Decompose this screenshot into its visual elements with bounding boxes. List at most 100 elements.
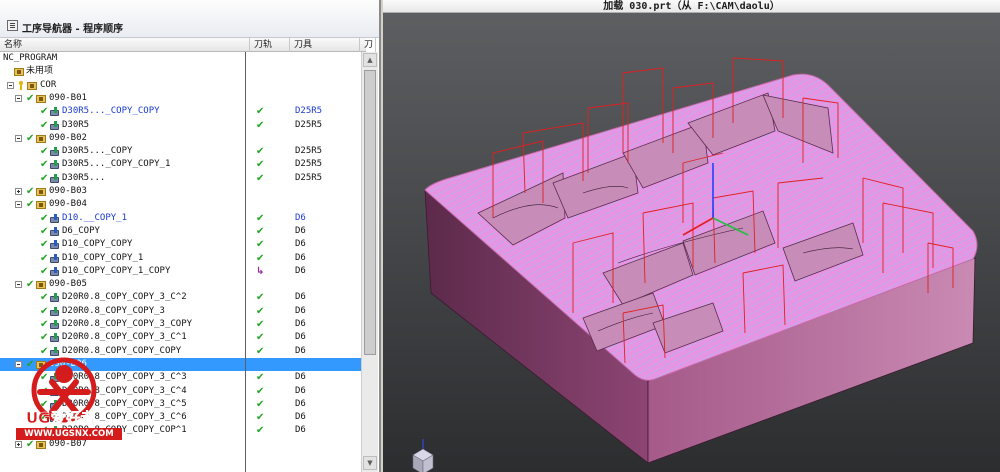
- operation-row[interactable]: ✔ D20R0.8_COPY_COPY_3 ✔ D6: [0, 305, 361, 318]
- row-tool: D6: [295, 239, 306, 250]
- program-group-row[interactable]: COR: [0, 79, 361, 92]
- row-tool: D6: [295, 319, 306, 329]
- operation-row[interactable]: ✔ D30R5 ✔ D25R5: [0, 119, 361, 132]
- collapse-icon[interactable]: [7, 81, 14, 89]
- operation-row[interactable]: ✔ D10_COPY_COPY ✔ D6: [0, 238, 361, 251]
- status-check-icon: ✔: [40, 146, 49, 158]
- status-check-icon: ✔: [40, 159, 49, 171]
- toolpath-ok-icon: ✔: [256, 412, 265, 424]
- tree-row[interactable]: NC_PROGRAM: [0, 52, 361, 65]
- row-name: 090-B02: [49, 132, 87, 143]
- column-header-toolpath[interactable]: 刀轨: [250, 38, 290, 52]
- program-folder-icon: [36, 134, 46, 143]
- operation-icon: [50, 253, 61, 264]
- status-check-icon: ✔: [40, 212, 49, 224]
- program-group-row[interactable]: ✔ 090-B04: [0, 198, 361, 211]
- operation-icon: [50, 320, 61, 330]
- column-header-extra[interactable]: 刀: [360, 38, 376, 52]
- row-tool: D25R5: [295, 106, 323, 117]
- toolpath-ok-icon: ✔: [256, 425, 265, 437]
- operation-row[interactable]: ✔ D20R0.8_COPY_COPY_3_COPY ✔ D6: [0, 318, 361, 331]
- operation-row[interactable]: ✔ D30R5... ✔ D25R5: [0, 172, 361, 185]
- status-check-icon: ✔: [40, 305, 49, 317]
- operation-row[interactable]: ✔ D30R5..._COPY_COPY ✔ D25R5: [0, 105, 361, 118]
- row-name: D10_COPY_COPY: [62, 239, 133, 250]
- operation-icon: [50, 266, 61, 277]
- row-tool: D6: [295, 225, 306, 236]
- row-name: D10_COPY_COPY_1_COPY: [62, 265, 171, 276]
- operation-icon: [50, 120, 61, 131]
- row-tool: D6: [295, 385, 306, 396]
- operation-row[interactable]: ✔ D20R0.8_COPY_COPY_3_C^1 ✔ D6: [0, 331, 361, 344]
- watermark-logo: UG爱好者 WWW.UGSNX.COM: [6, 352, 126, 470]
- row-tool: D6: [295, 372, 306, 383]
- toolpath-ok-icon: ✔: [256, 385, 265, 397]
- operation-row[interactable]: ✔ D20R0.8_COPY_COPY_3_C^2 ✔ D6: [0, 291, 361, 304]
- collapse-icon[interactable]: [15, 134, 22, 142]
- operation-row[interactable]: ✔ D10.__COPY_1 ✔ D6: [0, 212, 361, 225]
- program-group-row[interactable]: ✔ 090-B05: [0, 278, 361, 291]
- row-tool: D6: [295, 412, 306, 423]
- tree-row[interactable]: 未用项: [0, 65, 361, 78]
- program-folder-icon: [36, 281, 46, 290]
- column-separator[interactable]: [245, 52, 246, 472]
- column-header-name[interactable]: 名称: [0, 38, 250, 52]
- view-triad-icon: [412, 439, 434, 472]
- operation-row[interactable]: ✔ D30R5..._COPY ✔ D25R5: [0, 145, 361, 158]
- row-name: NC_PROGRAM: [3, 53, 58, 63]
- operation-row[interactable]: ✔ D10_COPY_COPY_1 ✔ D6: [0, 252, 361, 265]
- column-header-tool[interactable]: 刀具: [290, 38, 360, 52]
- tree-scrollbar[interactable]: ▲ ▼: [361, 52, 378, 472]
- program-folder-icon: [36, 201, 46, 210]
- row-name: 090-B05: [49, 279, 87, 290]
- part-model-view[interactable]: [383, 13, 1000, 472]
- row-name: D20R0.8_COPY_COPY_3_COPY: [62, 319, 193, 329]
- collapse-icon[interactable]: [15, 281, 22, 289]
- status-check-icon: ✔: [40, 292, 49, 304]
- program-group-row[interactable]: ✔ 090-B02: [0, 132, 361, 145]
- graphics-window[interactable]: 加载 030.prt（从 F:\CAM\daolu）: [383, 0, 1000, 472]
- expand-icon[interactable]: [15, 188, 22, 195]
- operation-row[interactable]: ✔ D30R5..._COPY_COPY_1 ✔ D25R5: [0, 158, 361, 171]
- row-tool: D25R5: [295, 159, 323, 170]
- row-name: D20R0.8_COPY_COPY_3_C^1: [62, 332, 187, 343]
- status-check-icon: ✔: [40, 252, 49, 264]
- program-group-row[interactable]: ✔ 090-B01: [0, 92, 361, 105]
- status-check-icon: ✔: [40, 172, 49, 184]
- row-tool: D6: [295, 212, 306, 223]
- operation-icon: [50, 107, 61, 117]
- status-check-icon: ✔: [26, 279, 35, 291]
- row-tool: D25R5: [295, 172, 323, 183]
- status-check-icon: ✔: [40, 106, 49, 118]
- row-tool: D6: [295, 265, 306, 276]
- watermark-url: WWW.UGSNX.COM: [16, 428, 122, 440]
- row-tool: D6: [295, 332, 306, 343]
- collapse-icon[interactable]: [15, 201, 22, 209]
- status-check-icon: ✔: [40, 119, 49, 131]
- unused-folder-icon: [14, 68, 24, 77]
- operation-row[interactable]: ✔ D10_COPY_COPY_1_COPY ↳ D6: [0, 265, 361, 278]
- operation-icon: [50, 160, 61, 170]
- navigator-title-bar: 工序导航器 - 程序顺序: [0, 0, 379, 38]
- operation-icon: [50, 147, 61, 157]
- row-name: D20R0.8_COPY_COPY_3: [62, 305, 165, 316]
- operation-row[interactable]: ✔ D6_COPY ✔ D6: [0, 225, 361, 238]
- scroll-up-icon[interactable]: ▲: [363, 53, 377, 67]
- row-name: 未用项: [26, 66, 54, 77]
- toolpath-ok-icon: ✔: [256, 345, 265, 357]
- operation-icon: [50, 240, 61, 250]
- toolpath-ok-icon: ✔: [256, 212, 265, 224]
- key-icon: [18, 80, 24, 90]
- row-name: 090-B01: [49, 92, 87, 103]
- status-check-icon: ✔: [40, 319, 49, 330]
- toolpath-ok-icon: ✔: [256, 252, 265, 264]
- row-name: D30R5..._COPY: [62, 146, 133, 157]
- navigator-icon: [7, 20, 18, 31]
- program-group-row[interactable]: ✔ 090-B03: [0, 185, 361, 198]
- scrollbar-thumb[interactable]: [364, 70, 376, 355]
- status-check-icon: ✔: [26, 186, 35, 197]
- scroll-down-icon[interactable]: ▼: [363, 456, 377, 470]
- toolpath-ok-icon: ✔: [256, 372, 265, 384]
- row-tool: D6: [295, 292, 306, 303]
- collapse-icon[interactable]: [15, 94, 22, 102]
